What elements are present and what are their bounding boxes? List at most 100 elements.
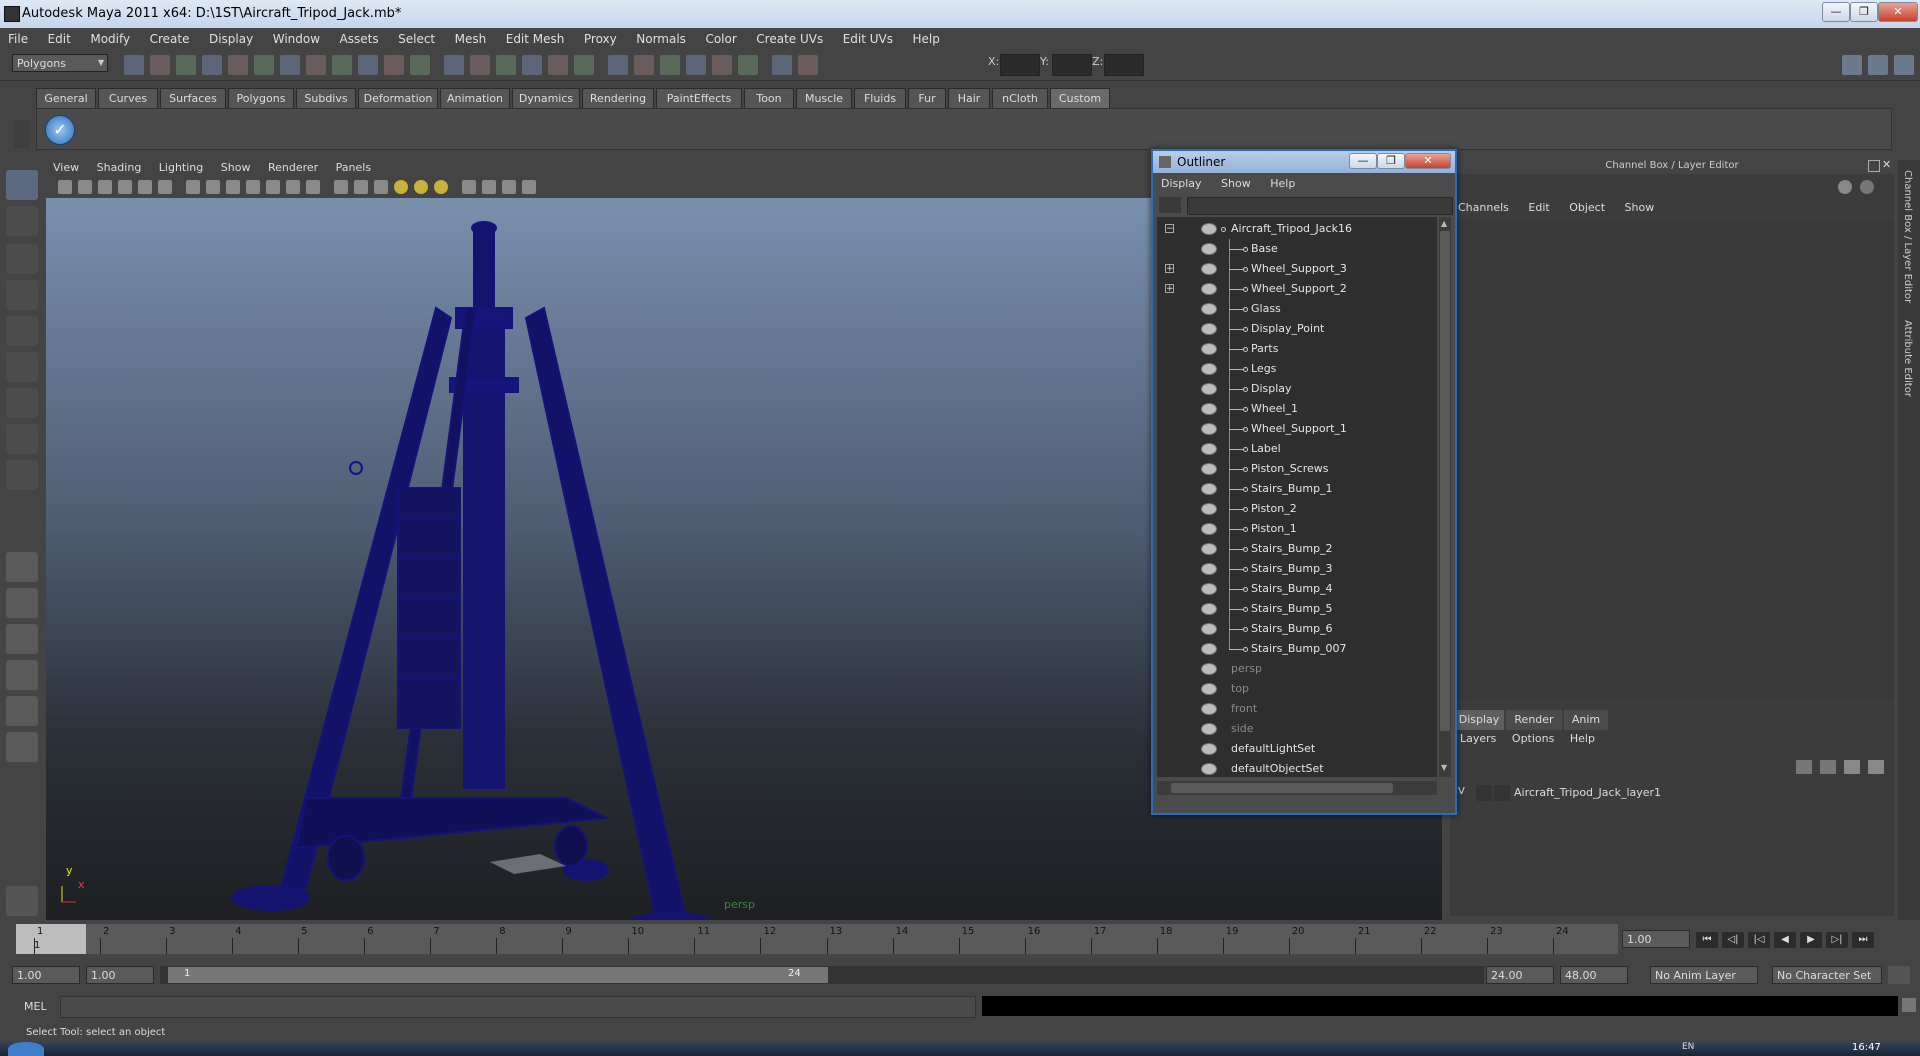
layer-move-down-icon[interactable] xyxy=(1868,760,1884,774)
close-button[interactable]: ✕ xyxy=(1878,2,1918,22)
y-input[interactable] xyxy=(1052,54,1092,76)
layer-row[interactable]: V Aircraft_Tripod_Jack_layer1 xyxy=(1456,784,1888,802)
outliner-item[interactable]: Stairs_Bump_5 xyxy=(1157,599,1437,619)
snap-grid-icon[interactable] xyxy=(306,55,326,75)
construction-history-icon[interactable] xyxy=(522,55,542,75)
auto-key-icon[interactable] xyxy=(1888,966,1910,984)
grease-pencil-icon[interactable] xyxy=(158,180,172,194)
selection-mask-icon[interactable] xyxy=(280,55,300,75)
outliner-item[interactable]: Stairs_Bump_4 xyxy=(1157,579,1437,599)
step-back-key-icon[interactable]: |◁ xyxy=(1748,932,1770,948)
go-to-start-icon[interactable]: ⏮ xyxy=(1696,932,1718,948)
outliner-item[interactable]: Base xyxy=(1157,239,1437,259)
menu-mesh[interactable]: Mesh xyxy=(447,28,495,46)
layer-playback-toggle[interactable] xyxy=(1476,785,1492,801)
menu-file[interactable]: File xyxy=(0,28,36,46)
outliner-item[interactable]: Piston_Screws xyxy=(1157,459,1437,479)
outliner-item[interactable]: Stairs_Bump_3 xyxy=(1157,559,1437,579)
outliner-item[interactable]: top xyxy=(1157,679,1437,699)
layer-tab-render[interactable]: Render xyxy=(1506,710,1562,730)
play-backwards-icon[interactable]: ◀ xyxy=(1774,932,1796,948)
outliner-horizontal-scrollbar[interactable] xyxy=(1157,781,1437,795)
outliner-item[interactable]: front xyxy=(1157,699,1437,719)
edit-menu[interactable]: Edit xyxy=(1520,198,1557,214)
viewport-menu-shading[interactable]: Shading xyxy=(90,158,149,174)
layer-visibility-toggle[interactable]: V xyxy=(1458,786,1474,800)
layer-color-swatch[interactable] xyxy=(1494,785,1510,801)
menu-color[interactable]: Color xyxy=(697,28,744,46)
camera-attributes-icon[interactable] xyxy=(78,180,92,194)
script-editor-icon[interactable] xyxy=(6,886,38,916)
viewport-menu-lighting[interactable]: Lighting xyxy=(152,158,210,174)
current-time-field[interactable]: 1.00 xyxy=(1622,930,1690,948)
expand-icon[interactable]: + xyxy=(1165,284,1174,294)
all-lights-icon[interactable] xyxy=(414,180,428,194)
range-slider-track[interactable]: 1 24 xyxy=(160,966,1484,984)
camera-select-icon[interactable] xyxy=(58,180,72,194)
resolution-gate-icon[interactable] xyxy=(226,180,240,194)
outliner-maximize-button[interactable]: ❐ xyxy=(1377,153,1405,169)
shelf-tab-surfaces[interactable]: Surfaces xyxy=(160,88,226,108)
lock-icon[interactable] xyxy=(470,55,490,75)
outliner-item[interactable]: Stairs_Bump_007 xyxy=(1157,639,1437,659)
scroll-up-icon[interactable]: ▲ xyxy=(1441,219,1449,229)
channel-box-search-icon[interactable] xyxy=(1860,180,1874,194)
outliner-item[interactable]: persp xyxy=(1157,659,1437,679)
step-forward-key-icon[interactable]: ▷| xyxy=(1826,932,1848,948)
outliner-item[interactable]: Display_Point xyxy=(1157,319,1437,339)
render-settings-icon[interactable] xyxy=(660,55,680,75)
snap-surface-icon[interactable] xyxy=(410,55,430,75)
character-set-selector[interactable]: No Character Set xyxy=(1772,966,1882,984)
outliner-item[interactable]: Stairs_Bump_2 xyxy=(1157,539,1437,559)
hypershade-layout-icon[interactable] xyxy=(6,696,38,726)
shelf-tab-hair[interactable]: Hair xyxy=(948,88,990,108)
2d-pan-zoom-icon[interactable] xyxy=(138,180,152,194)
grid-toggle-icon[interactable] xyxy=(186,180,200,194)
system-clock[interactable]: 16:47 xyxy=(1852,1042,1881,1053)
current-time-marker[interactable] xyxy=(16,924,86,954)
outliner-item[interactable]: defaultLightSet xyxy=(1157,739,1437,759)
outliner-item[interactable]: + Wheel_Support_2 xyxy=(1157,279,1437,299)
shadows-icon[interactable] xyxy=(434,180,448,194)
outliner-filter-input[interactable] xyxy=(1187,197,1453,215)
outliner-menu-show[interactable]: Show xyxy=(1213,175,1259,190)
viewport-menu-panels[interactable]: Panels xyxy=(329,158,378,174)
output-ops-icon[interactable] xyxy=(574,55,594,75)
menu-modify[interactable]: Modify xyxy=(82,28,138,46)
outliner-item[interactable]: side xyxy=(1157,719,1437,739)
outliner-menu-display[interactable]: Display xyxy=(1153,175,1210,190)
rotate-tool-icon[interactable] xyxy=(6,316,38,346)
xray-joints-icon[interactable] xyxy=(502,180,516,194)
outliner-item[interactable]: defaultObjectSet xyxy=(1157,759,1437,779)
render-globals-icon[interactable] xyxy=(772,55,792,75)
layer-tab-display[interactable]: Display xyxy=(1454,710,1504,730)
toggle-channel-box-icon[interactable] xyxy=(1842,55,1862,75)
default-light-icon[interactable] xyxy=(394,180,408,194)
new-scene-icon[interactable] xyxy=(124,55,144,75)
smooth-shade-icon[interactable] xyxy=(354,180,368,194)
maximize-button[interactable]: ❐ xyxy=(1850,2,1878,22)
menu-help[interactable]: Help xyxy=(905,28,948,46)
outliner-item[interactable]: − Aircraft_Tripod_Jack16 xyxy=(1157,219,1437,239)
ipr-render-icon[interactable] xyxy=(634,55,654,75)
select-by-object-icon[interactable] xyxy=(228,55,248,75)
side-tab-attribute-editor[interactable]: Attribute Editor xyxy=(1902,320,1913,430)
range-slider-handle[interactable] xyxy=(168,967,828,983)
soft-mod-tool-icon[interactable] xyxy=(6,424,38,454)
menu-edit-uvs[interactable]: Edit UVs xyxy=(835,28,901,46)
outliner-item[interactable]: Wheel_Support_1 xyxy=(1157,419,1437,439)
outliner-item[interactable]: Parts xyxy=(1157,339,1437,359)
script-editor-button[interactable] xyxy=(1902,998,1916,1012)
create-empty-layer-icon[interactable] xyxy=(1796,760,1812,774)
render-icon[interactable] xyxy=(608,55,628,75)
image-plane-icon[interactable] xyxy=(118,180,132,194)
menu-edit[interactable]: Edit xyxy=(40,28,79,46)
show-menu[interactable]: Show xyxy=(1617,198,1663,214)
lasso-tool-icon[interactable] xyxy=(6,206,38,236)
wireframe-shade-icon[interactable] xyxy=(334,180,348,194)
shelf-tab-curves[interactable]: Curves xyxy=(98,88,158,108)
outliner-item[interactable]: + Wheel_Support_3 xyxy=(1157,259,1437,279)
scale-tool-icon[interactable] xyxy=(6,352,38,382)
select-tool-icon[interactable] xyxy=(6,170,38,200)
outliner-vertical-scrollbar[interactable]: ▲ ▼ xyxy=(1439,217,1451,777)
